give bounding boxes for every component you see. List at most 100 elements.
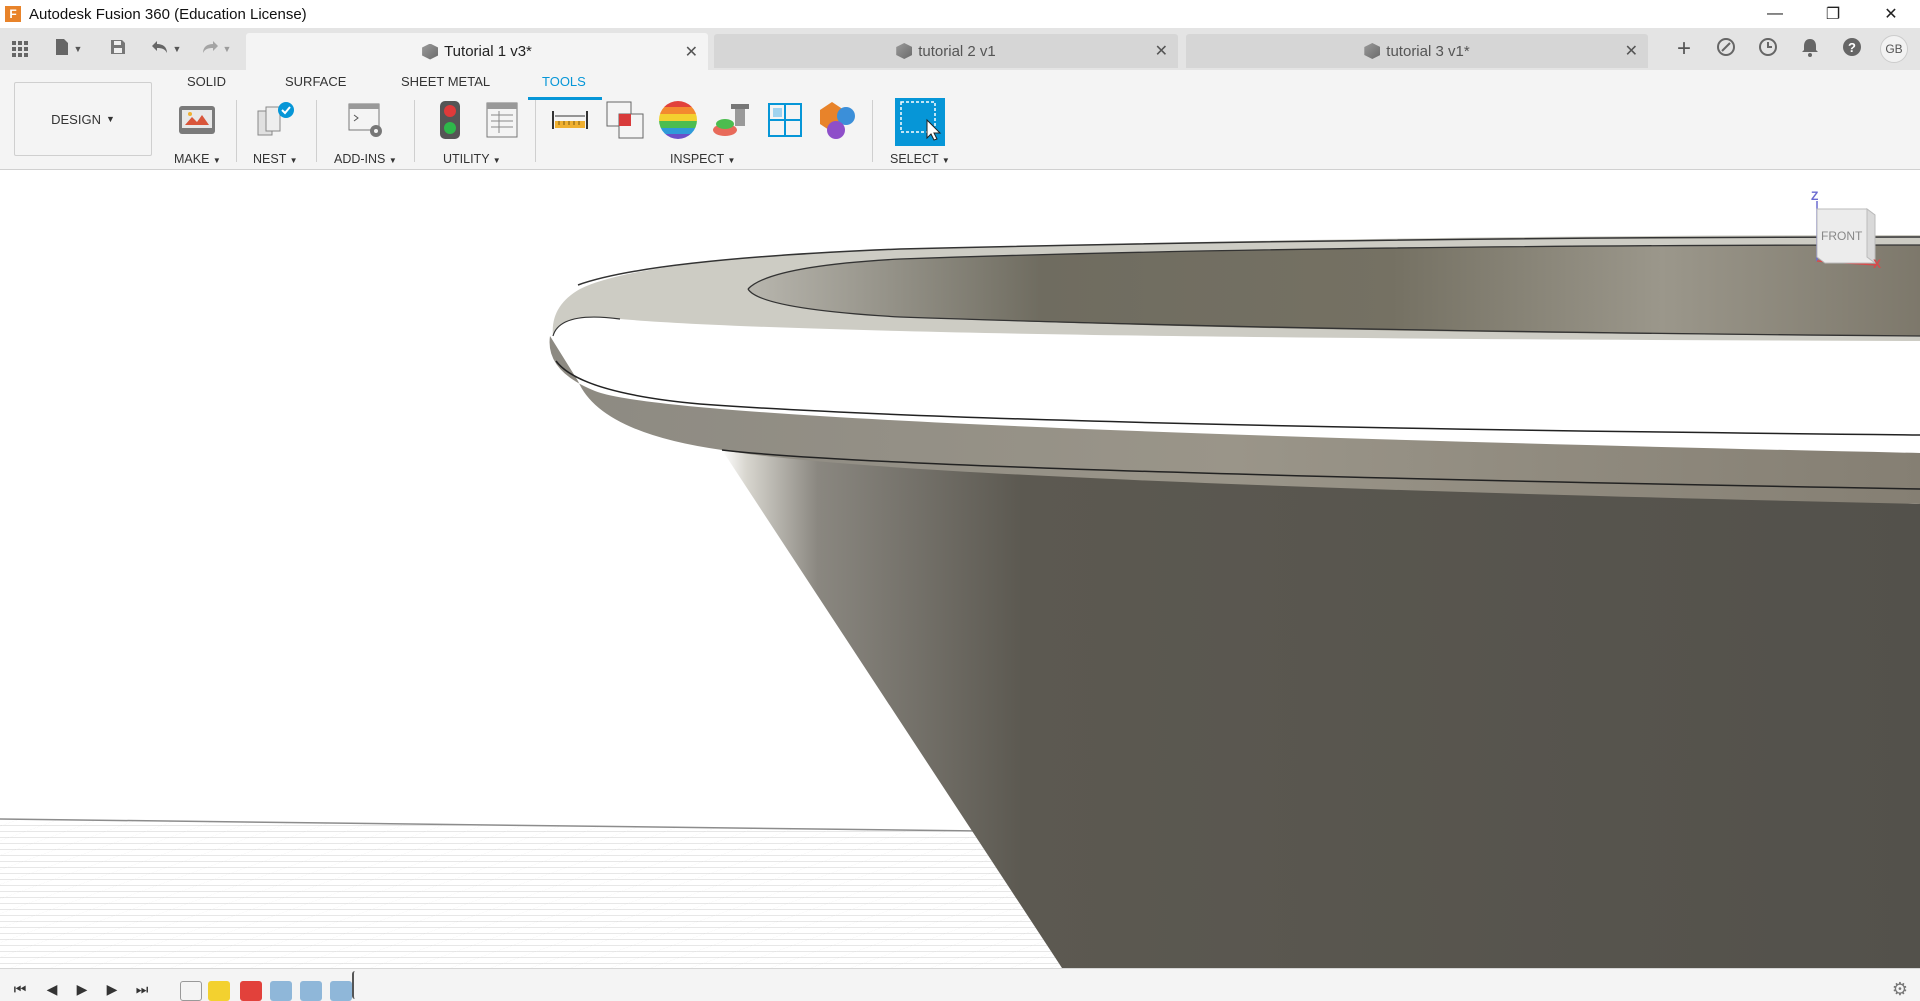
toolbar-ribbon: DESIGN ▼ SOLID SURFACE SHEET METAL TOOLS…: [0, 70, 1920, 170]
parameters-tool[interactable]: [482, 102, 522, 142]
help-button[interactable]: ?: [1838, 35, 1866, 63]
workspace-label: DESIGN: [51, 111, 101, 127]
restore-button[interactable]: ❐: [1804, 0, 1862, 28]
go-to-end-button[interactable]: ⏭: [132, 979, 152, 999]
addins-group-label[interactable]: ADD-INS ▼: [334, 152, 397, 166]
chevron-down-icon: ▼: [222, 44, 232, 54]
chevron-down-icon: ▼: [289, 156, 298, 165]
design-doc-icon: [1364, 43, 1381, 59]
interference-icon: [605, 100, 645, 145]
apps-grid-icon[interactable]: [8, 36, 32, 62]
nest-group-label[interactable]: NEST ▼: [253, 152, 298, 166]
close-window-button[interactable]: ✕: [1862, 0, 1920, 28]
tab-label: tutorial 2 v1: [918, 42, 996, 60]
timeline-feature[interactable]: [240, 981, 262, 1001]
shapes-icon: [818, 100, 858, 145]
title-bar: F Autodesk Fusion 360 (Education License…: [0, 0, 1920, 28]
chevron-down-icon: ▼: [212, 156, 221, 165]
tab-tutorial-1[interactable]: Tutorial 1 v3* ✕: [246, 33, 708, 70]
step-back-button[interactable]: ◀: [42, 979, 62, 999]
redo-button[interactable]: ▼: [196, 36, 236, 62]
nest-icon: [256, 101, 296, 144]
timeline-bar: ⏮ ◀ ▶ ▶ ⏭ ⚙: [0, 968, 1920, 1001]
interference-tool[interactable]: [605, 100, 645, 145]
compute-all-tool[interactable]: [430, 100, 470, 142]
bell-icon: [1801, 37, 1819, 62]
tab-label: Tutorial 1 v3*: [444, 43, 532, 60]
measure-tool[interactable]: [550, 102, 590, 142]
nest-tool[interactable]: [256, 101, 296, 144]
active-tab-indicator: [528, 97, 602, 100]
timeline-feature[interactable]: [270, 981, 292, 1001]
timeline-feature[interactable]: [300, 981, 322, 1001]
design-doc-icon: [422, 43, 439, 60]
close-icon[interactable]: ✕: [685, 42, 698, 62]
view-cube[interactable]: Z FRONT X: [1807, 189, 1882, 279]
notifications-button[interactable]: [1796, 35, 1824, 63]
3d-print-tool[interactable]: [177, 102, 217, 142]
chevron-down-icon: ▼: [172, 44, 182, 54]
group-separator: [316, 100, 317, 162]
undo-button[interactable]: ▼: [146, 36, 186, 62]
display-component-colors-tool[interactable]: [818, 100, 858, 145]
timeline-revolve-feature[interactable]: [208, 981, 230, 1001]
save-icon: [110, 39, 126, 60]
save-button[interactable]: [106, 36, 130, 62]
timeline-marker[interactable]: [352, 971, 362, 999]
workspace-switcher[interactable]: DESIGN ▼: [14, 82, 152, 156]
chevron-down-icon: ▼: [492, 156, 501, 165]
view-cube-face-label[interactable]: FRONT: [1821, 229, 1862, 243]
ground-grid: [0, 819, 1100, 968]
close-icon[interactable]: ✕: [1625, 41, 1638, 61]
tab-label: tutorial 3 v1*: [1386, 42, 1470, 60]
tab-sheet-metal[interactable]: SHEET METAL: [401, 74, 490, 94]
chevron-down-icon: ▼: [105, 114, 115, 124]
extensions-button[interactable]: [1712, 35, 1740, 63]
undo-icon: [151, 40, 169, 59]
step-forward-button[interactable]: ▶: [102, 979, 122, 999]
new-tab-button[interactable]: +: [1670, 35, 1698, 63]
utility-group-label[interactable]: UTILITY ▼: [443, 152, 501, 166]
tab-surface[interactable]: SURFACE: [285, 74, 346, 94]
timeline-feature[interactable]: [330, 981, 352, 1001]
timeline-settings-button[interactable]: ⚙: [1892, 979, 1908, 1000]
go-to-start-button[interactable]: ⏮: [10, 979, 30, 999]
scripts-addins-tool[interactable]: [346, 102, 386, 142]
group-separator: [414, 100, 415, 162]
gear-icon: ⚙: [1891, 979, 1908, 999]
select-tool[interactable]: [895, 98, 945, 146]
tab-solid[interactable]: SOLID: [187, 74, 226, 94]
inspect-group-label[interactable]: INSPECT ▼: [670, 152, 735, 166]
model-canvas[interactable]: [0, 171, 1920, 968]
fusion-logo: F: [5, 6, 21, 22]
play-button[interactable]: ▶: [72, 979, 92, 999]
chevron-down-icon: ▼: [727, 156, 736, 165]
ruler-icon: [551, 107, 589, 138]
minimize-button[interactable]: —: [1746, 0, 1804, 28]
3d-print-icon: [178, 103, 216, 142]
design-viewport[interactable]: Z FRONT X: [0, 171, 1920, 968]
header-right-icons: + ? GB: [1670, 35, 1908, 63]
draft-analysis-tool[interactable]: [711, 102, 751, 142]
zebra-analysis-icon: [658, 100, 698, 145]
window-title: Autodesk Fusion 360 (Education License): [29, 5, 307, 23]
curvature-analysis-tool[interactable]: [658, 100, 698, 145]
tab-tutorial-3[interactable]: tutorial 3 v1* ✕: [1186, 34, 1648, 68]
group-separator: [535, 100, 536, 162]
chevron-down-icon: ▼: [73, 44, 83, 54]
select-group-label[interactable]: SELECT ▼: [890, 152, 950, 166]
avatar[interactable]: GB: [1880, 35, 1908, 63]
close-icon[interactable]: ✕: [1155, 41, 1168, 61]
job-status-button[interactable]: [1754, 35, 1782, 63]
timeline-sketch-feature[interactable]: [180, 981, 202, 1001]
tab-tools[interactable]: TOOLS: [542, 74, 586, 94]
play-icon: ▶: [76, 980, 88, 997]
file-menu-button[interactable]: ▼: [48, 36, 88, 62]
group-separator: [872, 100, 873, 162]
tab-tutorial-2[interactable]: tutorial 2 v1 ✕: [714, 34, 1178, 68]
section-analysis-tool[interactable]: [765, 102, 805, 142]
make-group-label[interactable]: MAKE ▼: [174, 152, 221, 166]
draft-analysis-icon: [711, 100, 751, 145]
step-forward-icon: ▶: [106, 980, 118, 997]
group-separator: [236, 100, 237, 162]
